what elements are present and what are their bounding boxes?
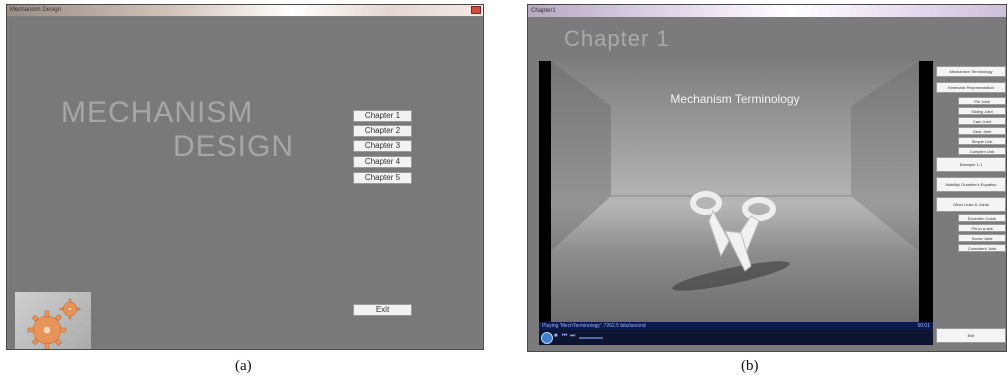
gear-joint-button[interactable]: Gear Joint [958, 127, 1006, 135]
volume-slider[interactable] [579, 337, 603, 339]
sliding-joint-button[interactable]: Sliding Joint [958, 107, 1006, 115]
chapter1-window: Chapter1 Chapter 1 Mechanism Terminology [527, 4, 1007, 352]
chapter-2-button[interactable]: Chapter 2 [353, 125, 412, 137]
scissors-icon [551, 61, 919, 291]
heading-design: DESIGN [173, 130, 295, 163]
gears-logo [15, 292, 91, 349]
panel-label-a: (a) [235, 358, 252, 374]
other-links-button[interactable]: Other Links & Joints [936, 197, 1006, 212]
panel-label-b: (b) [741, 358, 759, 374]
heading-mechanism: MECHANISM [61, 96, 254, 129]
window-titlebar: Chapter1 [528, 5, 1006, 17]
player-time: 00:01 [917, 323, 930, 329]
mechanism-terminology-button[interactable]: Mechanism Terminology [936, 66, 1006, 77]
pin-joint-button[interactable]: Pin Joint [958, 97, 1006, 105]
mobility-button[interactable]: Mobility/ Gruebler's Equation [936, 177, 1006, 192]
screw-joint-button[interactable]: Screw Joint [958, 234, 1006, 242]
player-status-text: Playing 'MechTerminology': 7262.5 bits/s… [542, 323, 646, 329]
window-titlebar: Mechanism Design [7, 5, 483, 16]
video-screen: Mechanism Terminology [551, 61, 919, 322]
chapter-5-button[interactable]: Chapter 5 [353, 172, 412, 184]
player-status-bar: Playing 'MechTerminology': 7262.5 bits/s… [539, 322, 933, 330]
video-player[interactable]: Mechanism Terminology Playing 'MechTermi… [539, 61, 933, 345]
simple-link-button[interactable]: Simple Link [958, 137, 1006, 145]
cam-joint-button[interactable]: Cam Joint [958, 117, 1006, 125]
eccentric-crank-button[interactable]: Eccentric Crank [958, 214, 1006, 222]
exit-button[interactable]: Exit [353, 304, 412, 316]
kinematic-representation-button[interactable]: Kinematic Representation [936, 82, 1006, 93]
pin-in-slot-button[interactable]: Pin-in-a-slot [958, 224, 1006, 232]
chapter-3-button[interactable]: Chapter 3 [353, 140, 412, 152]
gears-icon [27, 298, 81, 349]
main-content: MECHANISM DESIGN Chapter 1 Chapter 2 Cha… [9, 17, 481, 349]
stop-icon[interactable]: ■ [554, 333, 558, 339]
play-pause-button[interactable] [541, 332, 553, 344]
coincident-joint-button[interactable]: Coincident Joint [958, 244, 1006, 252]
complex-link-button[interactable]: Complex Link [958, 147, 1006, 155]
previous-icon[interactable]: ⏮ [562, 333, 567, 340]
chapter-title: Chapter 1 [564, 26, 670, 51]
exit-button[interactable]: Exit [936, 328, 1006, 343]
chapter-4-button[interactable]: Chapter 4 [353, 156, 412, 168]
window-title: Chapter1 [531, 8, 556, 14]
example-button[interactable]: Example 1-1 [936, 157, 1006, 172]
player-controls: ■ ⏮ ⏭ [539, 330, 933, 345]
mechanism-design-window: Mechanism Design MECHANISM DESIGN Chapte… [6, 4, 484, 350]
window-title: Mechanism Design [10, 7, 62, 13]
close-button[interactable] [471, 6, 481, 14]
next-icon[interactable]: ⏭ [570, 333, 575, 340]
chapter-1-button[interactable]: Chapter 1 [353, 110, 412, 122]
